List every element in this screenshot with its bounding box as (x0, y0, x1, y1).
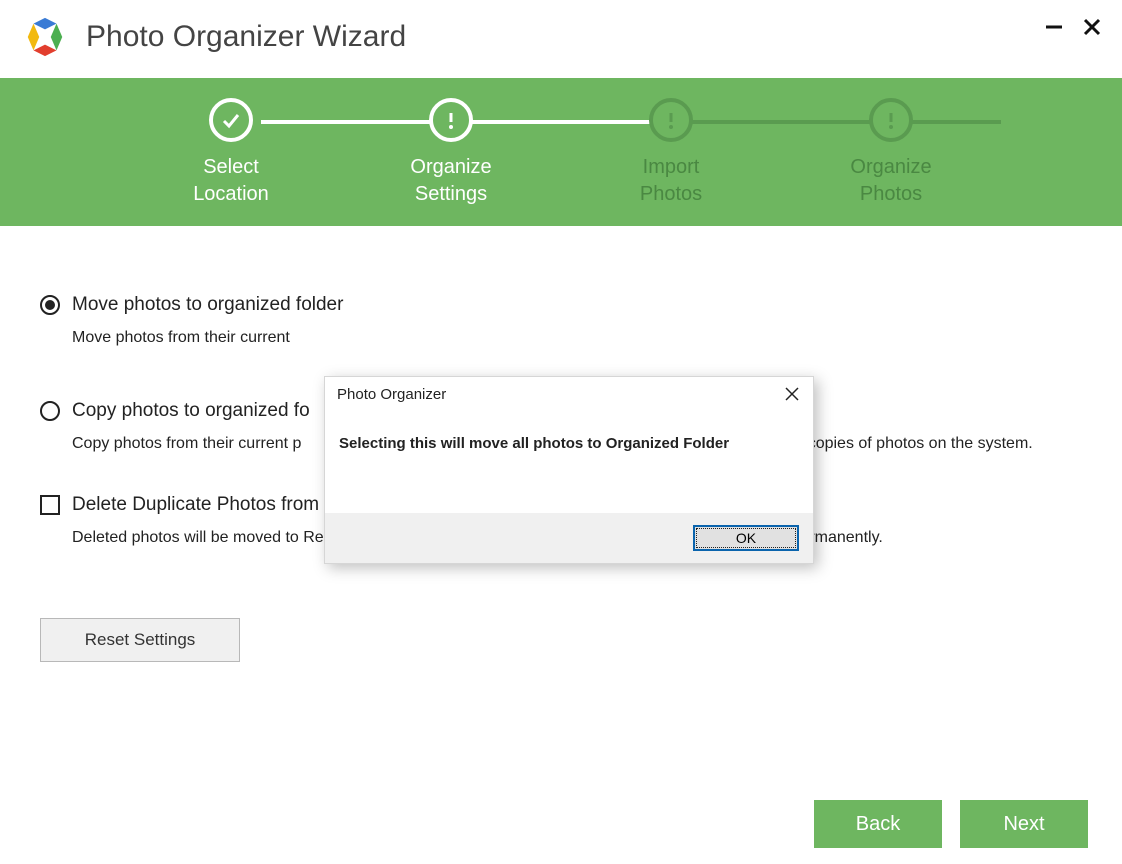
confirmation-dialog: Photo Organizer Selecting this will move… (324, 376, 814, 564)
option-move-head[interactable]: Move photos to organized folder (40, 294, 1082, 316)
dialog-close-button[interactable] (783, 385, 801, 403)
option-move-title: Move photos to organized folder (72, 294, 343, 316)
dialog-ok-button[interactable]: OK (693, 525, 799, 551)
title-left: Photo Organizer Wizard (22, 14, 406, 60)
radio-copy[interactable] (40, 401, 60, 421)
dialog-message: Selecting this will move all photos to O… (325, 411, 813, 462)
reset-settings-button[interactable]: Reset Settings (40, 618, 240, 662)
app-logo-icon (22, 14, 68, 60)
close-button[interactable] (1082, 17, 1102, 37)
window-controls (1044, 17, 1102, 37)
next-button[interactable]: Next (960, 800, 1088, 848)
option-move-desc: Move photos from their current (72, 326, 1072, 350)
exclamation-icon (869, 98, 913, 142)
step-label: Import Photos (640, 154, 702, 208)
wizard-stepper: Select Location Organize Settings Import… (0, 78, 1122, 226)
step-row: Select Location Organize Settings Import… (121, 98, 1001, 226)
step-organize-settings: Organize Settings (341, 98, 561, 208)
checkbox-delete-duplicates[interactable] (40, 495, 60, 515)
option-move: Move photos to organized folder Move pho… (40, 294, 1082, 350)
exclamation-icon (649, 98, 693, 142)
step-label: Organize Settings (410, 154, 491, 208)
dialog-titlebar: Photo Organizer (325, 377, 813, 411)
back-button[interactable]: Back (814, 800, 942, 848)
step-label: Select Location (193, 154, 269, 208)
radio-move[interactable] (40, 295, 60, 315)
minimize-button[interactable] (1044, 17, 1064, 37)
step-organize-photos: Organize Photos (781, 98, 1001, 208)
wizard-footer: Back Next (0, 800, 1122, 864)
step-select-location: Select Location (121, 98, 341, 208)
check-icon (209, 98, 253, 142)
step-import-photos: Import Photos (561, 98, 781, 208)
app-title: Photo Organizer Wizard (86, 20, 406, 54)
dialog-title-text: Photo Organizer (337, 386, 446, 403)
step-label: Organize Photos (850, 154, 931, 208)
option-copy-title: Copy photos to organized fo (72, 400, 310, 422)
dialog-footer: OK (325, 513, 813, 563)
title-bar: Photo Organizer Wizard (0, 0, 1122, 78)
exclamation-icon (429, 98, 473, 142)
